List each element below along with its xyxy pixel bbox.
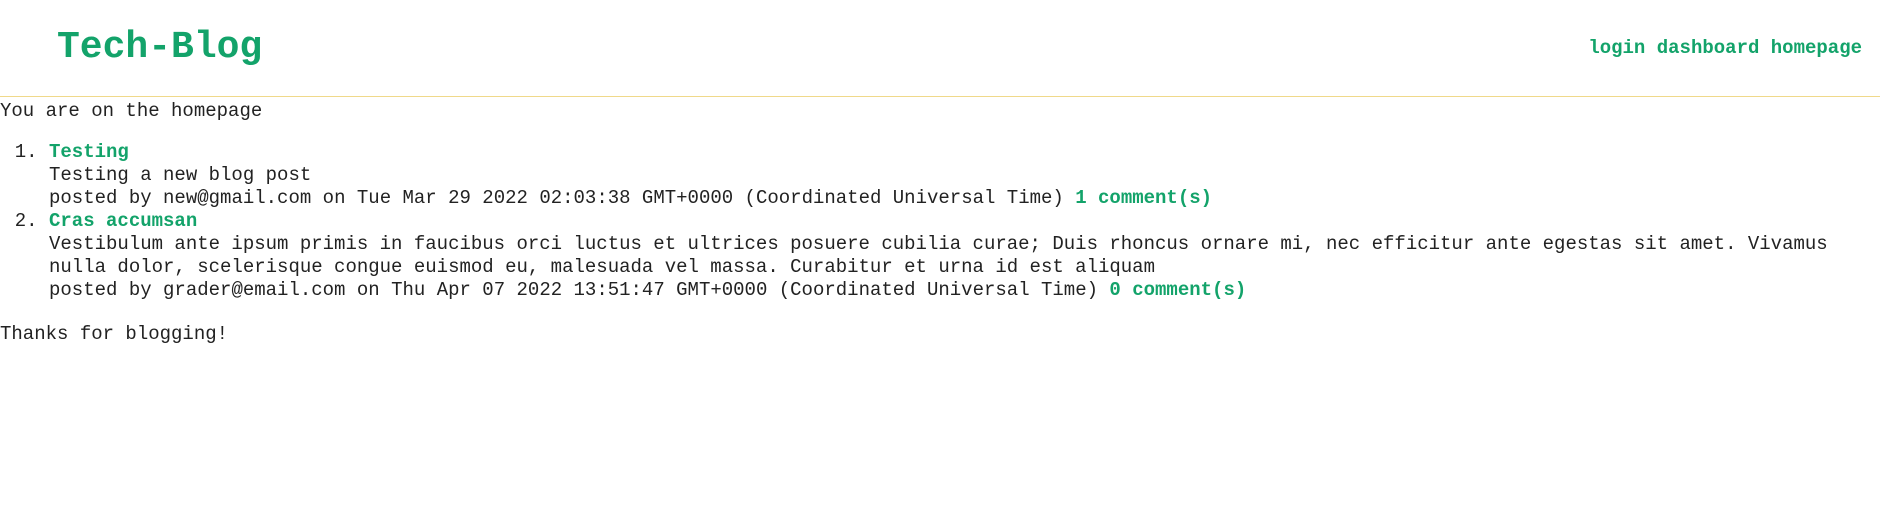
on-label: on (322, 187, 346, 209)
footer-text: Thanks for blogging! (0, 323, 229, 345)
post-list: Testing Testing a new blog post posted b… (0, 141, 1880, 302)
post-item: Cras accumsan Vestibulum ante ipsum prim… (49, 210, 1880, 302)
nav-dashboard-link[interactable]: dashboard (1657, 37, 1760, 59)
post-body: Testing a new blog post (49, 164, 312, 186)
post-author: new@gmail.com (163, 187, 312, 209)
nav-homepage-link[interactable]: homepage (1771, 37, 1862, 59)
comments-link[interactable]: 1 comment(s) (1075, 187, 1212, 209)
post-body: Vestibulum ante ipsum primis in faucibus… (49, 233, 1828, 278)
post-date: Thu Apr 07 2022 13:51:47 GMT+0000 (Coord… (391, 279, 1099, 301)
post-date: Tue Mar 29 2022 02:03:38 GMT+0000 (Coord… (356, 187, 1064, 209)
posted-by-label: posted by (49, 279, 152, 301)
post-item: Testing Testing a new blog post posted b… (49, 141, 1880, 210)
on-label: on (356, 279, 380, 301)
site-header: Tech-Blog login dashboard homepage (0, 0, 1880, 97)
site-title[interactable]: Tech-Blog (57, 25, 262, 71)
comments-link[interactable]: 0 comment(s) (1109, 279, 1246, 301)
nav-login-link[interactable]: login (1588, 37, 1645, 59)
post-author: grader@email.com (163, 279, 346, 301)
post-meta: posted by grader@email.com on Thu Apr 07… (49, 279, 1246, 301)
posted-by-label: posted by (49, 187, 152, 209)
post-title-link[interactable]: Testing (49, 141, 129, 163)
post-title-link[interactable]: Cras accumsan (49, 210, 197, 232)
post-meta: posted by new@gmail.com on Tue Mar 29 20… (49, 187, 1212, 209)
page-status-text: You are on the homepage (0, 100, 263, 122)
main-nav: login dashboard homepage (1588, 36, 1862, 60)
main-content: You are on the homepage Testing Testing … (0, 97, 1880, 345)
